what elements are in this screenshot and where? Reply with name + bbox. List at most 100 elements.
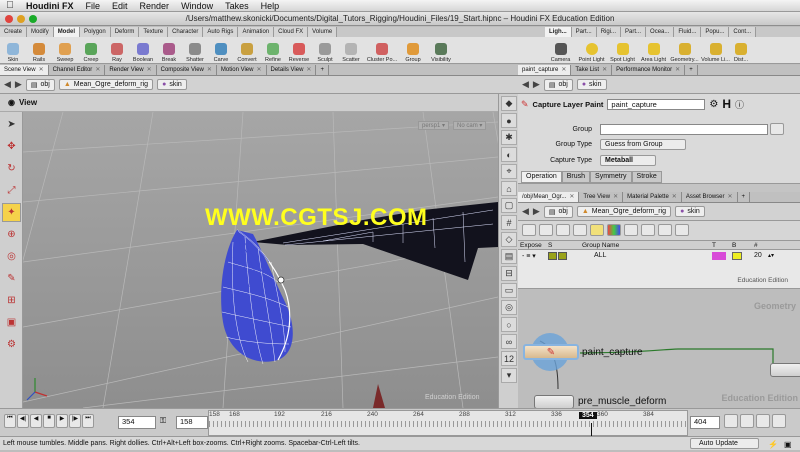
tab-tree-view[interactable]: Tree View ✕ — [579, 192, 624, 202]
snapshot-icon[interactable]: ▤ — [501, 249, 517, 264]
paint-capture-node[interactable]: ✎ — [523, 344, 579, 360]
sphere-icon[interactable]: ○ — [501, 317, 517, 332]
subtab-symmetry[interactable]: Symmetry — [590, 171, 632, 183]
settings-icon[interactable] — [658, 224, 672, 236]
grid-icon[interactable]: # — [501, 215, 517, 230]
close-tab-icon[interactable]: ✕ — [207, 65, 212, 76]
close-tab-icon[interactable]: ✕ — [256, 65, 261, 76]
tab-asset-browser[interactable]: Asset Browser ✕ — [682, 192, 738, 202]
param-path-leaf[interactable]: ● skin — [576, 79, 607, 90]
scene-viewport[interactable]: persp1 ▾ No cam ▾ WWW.CGTSJ.COM Educatio… — [23, 112, 498, 408]
tool-reverse[interactable]: Reverse — [286, 37, 312, 64]
rotate-tool-icon[interactable]: ↻ — [2, 159, 21, 178]
tool-spot-light[interactable]: Spot Light — [607, 37, 638, 64]
close-tab-icon[interactable]: ✕ — [306, 65, 311, 76]
tab-take-list[interactable]: Take List ✕ — [571, 65, 613, 75]
view-menu-icon[interactable]: ▾ — [501, 368, 517, 383]
forward-arrow-icon[interactable]: ▶ — [533, 79, 540, 90]
path-node[interactable]: ▲ Mean_Ogre_deform_rig — [58, 79, 154, 90]
frame-icon[interactable]: ▢ — [501, 198, 517, 213]
tool-sweep[interactable]: Sweep — [52, 37, 78, 64]
tab-scene-view[interactable]: Scene View ✕ — [0, 65, 49, 75]
snap-tool-icon[interactable]: ⊞ — [2, 291, 21, 310]
light-tab-fluid[interactable]: Fluid... — [674, 27, 702, 37]
tool-skin[interactable]: Skin — [0, 37, 26, 64]
group-menu-icon[interactable] — [770, 123, 784, 135]
tab-details-view[interactable]: Details View ✕ — [267, 65, 317, 75]
light-tab-lights[interactable]: Ligh... — [545, 27, 572, 37]
tool-geometry-light[interactable]: Geometry... — [669, 37, 700, 64]
close-tab-icon[interactable]: ✕ — [675, 65, 680, 76]
shape-palette-icon[interactable] — [624, 224, 638, 236]
tool-refine[interactable]: Refine — [260, 37, 286, 64]
play-icon[interactable]: ▶ — [56, 414, 68, 428]
shelf-tab-auto-rigs[interactable]: Auto Rigs — [203, 27, 239, 37]
tool-area-light[interactable]: Area Light — [638, 37, 669, 64]
add-tab-icon[interactable]: + — [316, 65, 329, 75]
shelf-tab-model[interactable]: Model — [53, 27, 81, 37]
back-arrow-icon[interactable]: ◀ — [522, 79, 529, 90]
display-options-icon[interactable]: ◆ — [501, 96, 517, 111]
tool-scatter[interactable]: Scatter — [338, 37, 364, 64]
home-view-icon[interactable]: ⌂ — [501, 181, 517, 196]
tool-point-light[interactable]: Point Light — [576, 37, 607, 64]
wireframe-icon[interactable]: ◇ — [501, 232, 517, 247]
playhead-line[interactable] — [591, 423, 592, 436]
eye-icon[interactable]: ◉ — [8, 98, 15, 107]
close-tab-icon[interactable]: ✕ — [569, 192, 574, 203]
group-field[interactable] — [600, 123, 768, 135]
paint-tool-icon[interactable]: ✎ — [2, 269, 21, 288]
persp-menu[interactable]: persp1 ▾ — [418, 121, 450, 130]
shelf-tab-deform[interactable]: Deform — [110, 27, 140, 37]
add-tab-icon[interactable]: + — [685, 65, 698, 75]
close-tab-icon[interactable]: ✕ — [672, 192, 677, 203]
tool-shatter[interactable]: Shatter — [182, 37, 208, 64]
sound-icon[interactable] — [756, 414, 770, 428]
lights-icon[interactable]: ✱ — [501, 130, 517, 145]
path-root[interactable]: ▤ obj — [25, 78, 55, 91]
jump-end-icon[interactable]: ⏭ — [82, 414, 94, 428]
menu-help[interactable]: Help — [255, 1, 286, 11]
step-forward-icon[interactable]: |▶ — [69, 414, 81, 428]
subtab-stroke[interactable]: Stroke — [631, 171, 662, 183]
playhead-label[interactable]: 354 — [579, 412, 597, 419]
expose-toggle[interactable]: - ≡ ▾ — [518, 252, 548, 260]
sticky-note-icon[interactable] — [590, 224, 604, 236]
light-tab-rigid[interactable]: Rigi... — [596, 27, 622, 37]
link-icon[interactable]: ∞ — [501, 334, 517, 349]
template-swatch[interactable] — [712, 251, 732, 260]
light-tab-container[interactable]: Cont... — [729, 27, 757, 37]
shelf-tab-cloud-fx[interactable]: Cloud FX — [274, 27, 309, 37]
shelf-tab-create[interactable]: Create — [0, 27, 28, 37]
subtab-operation[interactable]: Operation — [521, 171, 562, 183]
tool-convert[interactable]: Convert — [234, 37, 260, 64]
close-tab-icon[interactable]: ✕ — [95, 65, 100, 76]
range-start-field[interactable]: 158 — [176, 416, 208, 429]
gear-icon[interactable]: ⚙ — [709, 99, 718, 110]
view-tool-icon[interactable]: ◎ — [2, 247, 21, 266]
tab-render-view[interactable]: Render View ✕ — [105, 65, 157, 75]
menu-render[interactable]: Render — [134, 1, 176, 11]
back-arrow-icon[interactable]: ◀ — [522, 206, 529, 217]
group-type-menu[interactable]: Guess from Group — [600, 138, 686, 150]
bypass-swatch[interactable] — [732, 251, 754, 260]
render-region-icon[interactable]: ▣ — [2, 313, 21, 332]
numbers-icon[interactable]: 12 — [501, 351, 517, 366]
camera-menu[interactable]: No cam ▾ — [453, 121, 487, 130]
layout-icon[interactable] — [573, 224, 587, 236]
step-back-icon[interactable]: ◀| — [17, 414, 29, 428]
select-arrow-icon[interactable]: ➤ — [2, 115, 21, 134]
loop-icon[interactable] — [740, 414, 754, 428]
tool-rails[interactable]: Rails — [26, 37, 52, 64]
menu-takes[interactable]: Takes — [219, 1, 255, 11]
shelf-tab-volume[interactable]: Volume — [308, 27, 338, 37]
tab-motion-view[interactable]: Motion View ✕ — [217, 65, 267, 75]
tool-group[interactable]: Group — [400, 37, 426, 64]
tab-material-palette[interactable]: Material Palette ✕ — [623, 192, 682, 202]
ghost-icon[interactable]: ◐ — [501, 147, 517, 162]
path-leaf[interactable]: ● skin — [157, 79, 187, 90]
apple-icon[interactable]:  — [0, 0, 20, 11]
light-tab-particle-fluids[interactable]: Part... — [621, 27, 647, 37]
move-tool-icon[interactable]: ✥ — [2, 137, 21, 156]
close-tab-icon[interactable]: ✕ — [561, 65, 566, 76]
